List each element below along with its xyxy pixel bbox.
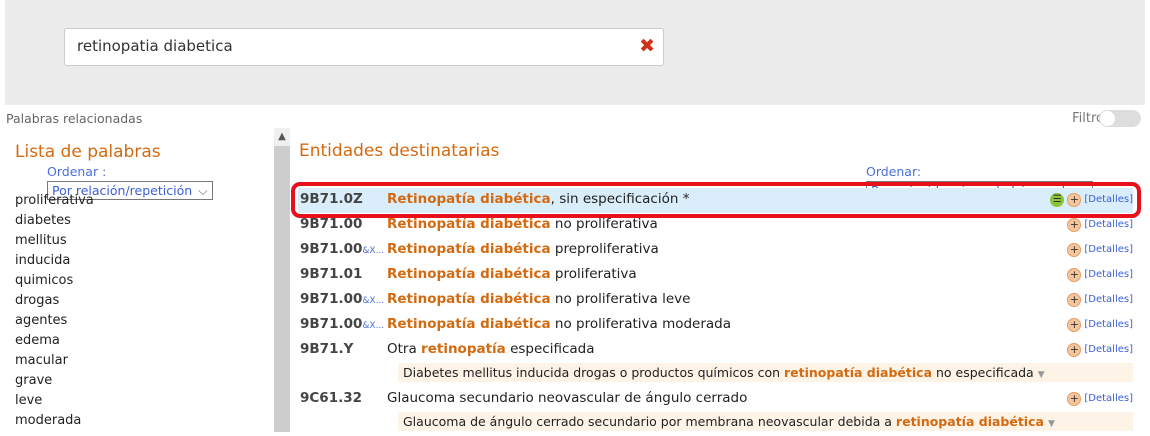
order-label: Ordenar :	[47, 164, 107, 179]
entity-list: 9B71.0Z Retinopatía diabética, sin espec…	[298, 188, 1133, 436]
word-item[interactable]: drogas	[15, 291, 94, 311]
code-suffix: &X...	[362, 246, 385, 256]
entity-description: Retinopatía diabética proliferativa	[387, 266, 637, 282]
details-link[interactable]: [Detalles]	[1084, 238, 1133, 261]
word-item[interactable]: inducida	[15, 251, 94, 271]
caret-down-icon[interactable]: ▼	[1038, 370, 1045, 380]
entity-description: Glaucoma secundario neovascular de ángul…	[387, 390, 748, 406]
scrollbar[interactable]: ▲	[274, 128, 290, 432]
details-link[interactable]: [Detalles]	[1084, 263, 1133, 286]
word-item[interactable]: quimicos	[15, 271, 94, 291]
entity-description: Retinopatía diabética no proliferativa l…	[387, 291, 691, 307]
close-x-icon[interactable]: ✖	[639, 36, 655, 56]
caret-down-icon[interactable]: ▼	[1048, 419, 1055, 429]
plus-icon[interactable]: +	[1067, 292, 1082, 307]
entity-row[interactable]: 9B71.00&X... Retinopatía diabética no pr…	[298, 313, 1133, 338]
related-words-label: Palabras relacionadas	[6, 111, 143, 126]
plus-icon[interactable]: +	[1067, 267, 1082, 282]
word-list-panel: Lista de palabras Ordenar : Por relación…	[5, 128, 275, 432]
word-item[interactable]: macular	[15, 351, 94, 371]
entity-code[interactable]: 9B71.Y	[300, 338, 388, 361]
word-item[interactable]: mellitus	[15, 231, 94, 251]
plus-icon[interactable]: +	[1067, 242, 1082, 257]
word-list-title: Lista de palabras	[15, 142, 161, 162]
search-input[interactable]	[77, 37, 617, 55]
filter-toggle[interactable]	[1099, 110, 1141, 127]
word-item[interactable]: agentes	[15, 311, 94, 331]
entity-subterm[interactable]: Glaucoma de ángulo cerrado secundario po…	[398, 412, 1133, 431]
entity-code[interactable]: 9B71.00&X...	[300, 238, 388, 263]
details-link[interactable]: [Detalles]	[1084, 387, 1133, 410]
entity-description: Retinopatía diabética preproliferativa	[387, 241, 659, 257]
plus-icon[interactable]: +	[1067, 217, 1082, 232]
highlight-annotation	[291, 182, 1141, 218]
word-item[interactable]: grave	[15, 371, 94, 391]
target-entities-title: Entidades destinatarias	[299, 141, 500, 161]
entity-description: Retinopatía diabética no proliferativa m…	[387, 316, 732, 332]
entity-subterm[interactable]: Diabetes mellitus inducida drogas o prod…	[398, 363, 1133, 382]
entity-row[interactable]: 9C61.32 Glaucoma secundario neovascular …	[298, 387, 1133, 412]
word-item[interactable]: proliferativa	[15, 191, 94, 211]
details-link[interactable]: [Detalles]	[1084, 313, 1133, 336]
entity-row[interactable]: 9B71.00&X... Retinopatía diabética no pr…	[298, 288, 1133, 313]
entity-code[interactable]: 9B71.00&X...	[300, 313, 388, 338]
plus-icon[interactable]: +	[1067, 391, 1082, 406]
code-suffix: &X...	[362, 296, 385, 306]
plus-icon[interactable]: +	[1067, 317, 1082, 332]
order-label: Ordenar:	[866, 164, 922, 179]
word-item[interactable]: diabetes	[15, 211, 94, 231]
details-link[interactable]: [Detalles]	[1084, 338, 1133, 361]
word-item[interactable]: moderada	[15, 411, 94, 431]
plus-icon[interactable]: +	[1067, 342, 1082, 357]
entity-code[interactable]: 9B71.01	[300, 263, 388, 286]
search-box[interactable]: ✖	[64, 28, 664, 66]
code-suffix: &X...	[362, 321, 385, 331]
entity-row[interactable]: 9B71.01 Retinopatía diabética proliferat…	[298, 263, 1133, 288]
entity-row[interactable]: 9B71.00&X... Retinopatía diabética prepr…	[298, 238, 1133, 263]
entity-code[interactable]: 9C61.32	[300, 387, 388, 410]
word-item[interactable]: leve	[15, 391, 94, 411]
entity-row[interactable]: 9B71.Y Otra retinopatía especificada + [D…	[298, 338, 1133, 363]
word-list: proliferativa diabetes mellitus inducida qui…	[15, 191, 94, 431]
entity-description: Otra retinopatía especificada	[387, 341, 595, 357]
entity-code[interactable]: 9B71.00&X...	[300, 288, 388, 313]
scroll-up-icon[interactable]: ▲	[274, 128, 290, 146]
word-item[interactable]: edema	[15, 331, 94, 351]
details-link[interactable]: [Detalles]	[1084, 288, 1133, 311]
chevron-down-icon: ⌵	[198, 183, 208, 198]
